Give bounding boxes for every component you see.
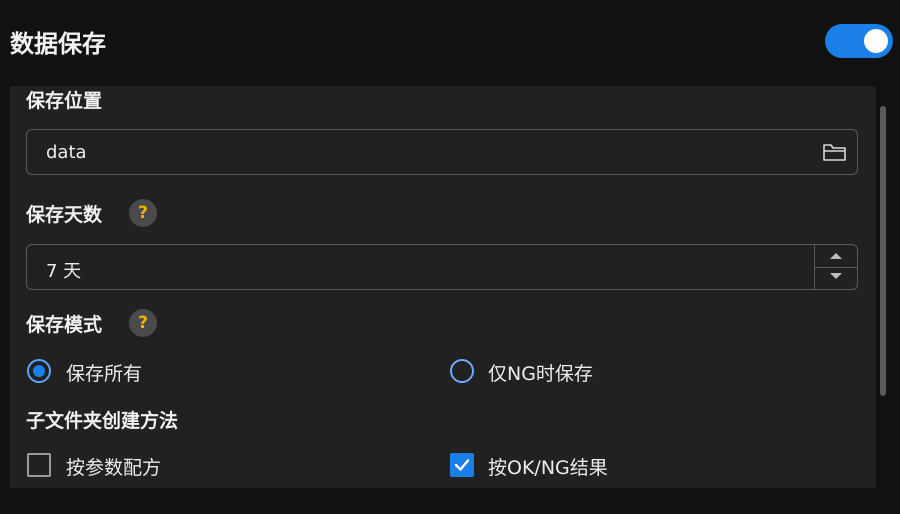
save-ng-only-label[interactable]: 仅NG时保存 xyxy=(488,359,593,386)
arrow-up-icon xyxy=(830,253,842,259)
toggle-knob xyxy=(864,29,888,53)
storage-location-label: 保存位置 xyxy=(26,90,103,112)
increment-button[interactable] xyxy=(815,245,857,268)
save-mode-label: 保存模式 xyxy=(26,314,103,336)
folder-icon[interactable] xyxy=(821,140,849,164)
page-title: 数据保存 xyxy=(10,30,106,58)
save-mode-help-icon[interactable]: ? xyxy=(129,309,157,337)
by-recipe-checkbox[interactable] xyxy=(27,453,51,477)
header-bar: 数据保存 xyxy=(0,0,900,86)
decrement-button[interactable] xyxy=(815,267,857,289)
data-save-toggle[interactable] xyxy=(825,24,893,58)
storage-location-value: data xyxy=(46,142,87,163)
by-ok-ng-label[interactable]: 按OK/NG结果 xyxy=(488,453,608,480)
storage-location-field[interactable]: data xyxy=(26,129,858,175)
save-ng-only-radio[interactable] xyxy=(450,359,474,383)
retention-days-help-icon[interactable]: ? xyxy=(129,199,157,227)
checkmark-icon xyxy=(454,459,470,471)
retention-days-label: 保存天数 xyxy=(26,204,103,226)
arrow-down-icon xyxy=(830,273,842,279)
save-all-radio[interactable] xyxy=(27,359,51,383)
by-ok-ng-checkbox[interactable] xyxy=(450,453,474,477)
retention-days-value: 7 天 xyxy=(46,261,82,282)
retention-days-spinbox[interactable]: 7 天 xyxy=(26,244,858,290)
by-recipe-label[interactable]: 按参数配方 xyxy=(66,453,161,480)
settings-panel: 保存位置 data 保存天数 ? 7 天 保存模式 ? 保存所有 仅NG时保存 … xyxy=(10,86,876,488)
subfolder-method-label: 子文件夹创建方法 xyxy=(26,410,179,432)
retention-days-stepper xyxy=(814,245,857,289)
save-all-label[interactable]: 保存所有 xyxy=(66,359,142,386)
vertical-scrollbar[interactable] xyxy=(880,106,886,396)
